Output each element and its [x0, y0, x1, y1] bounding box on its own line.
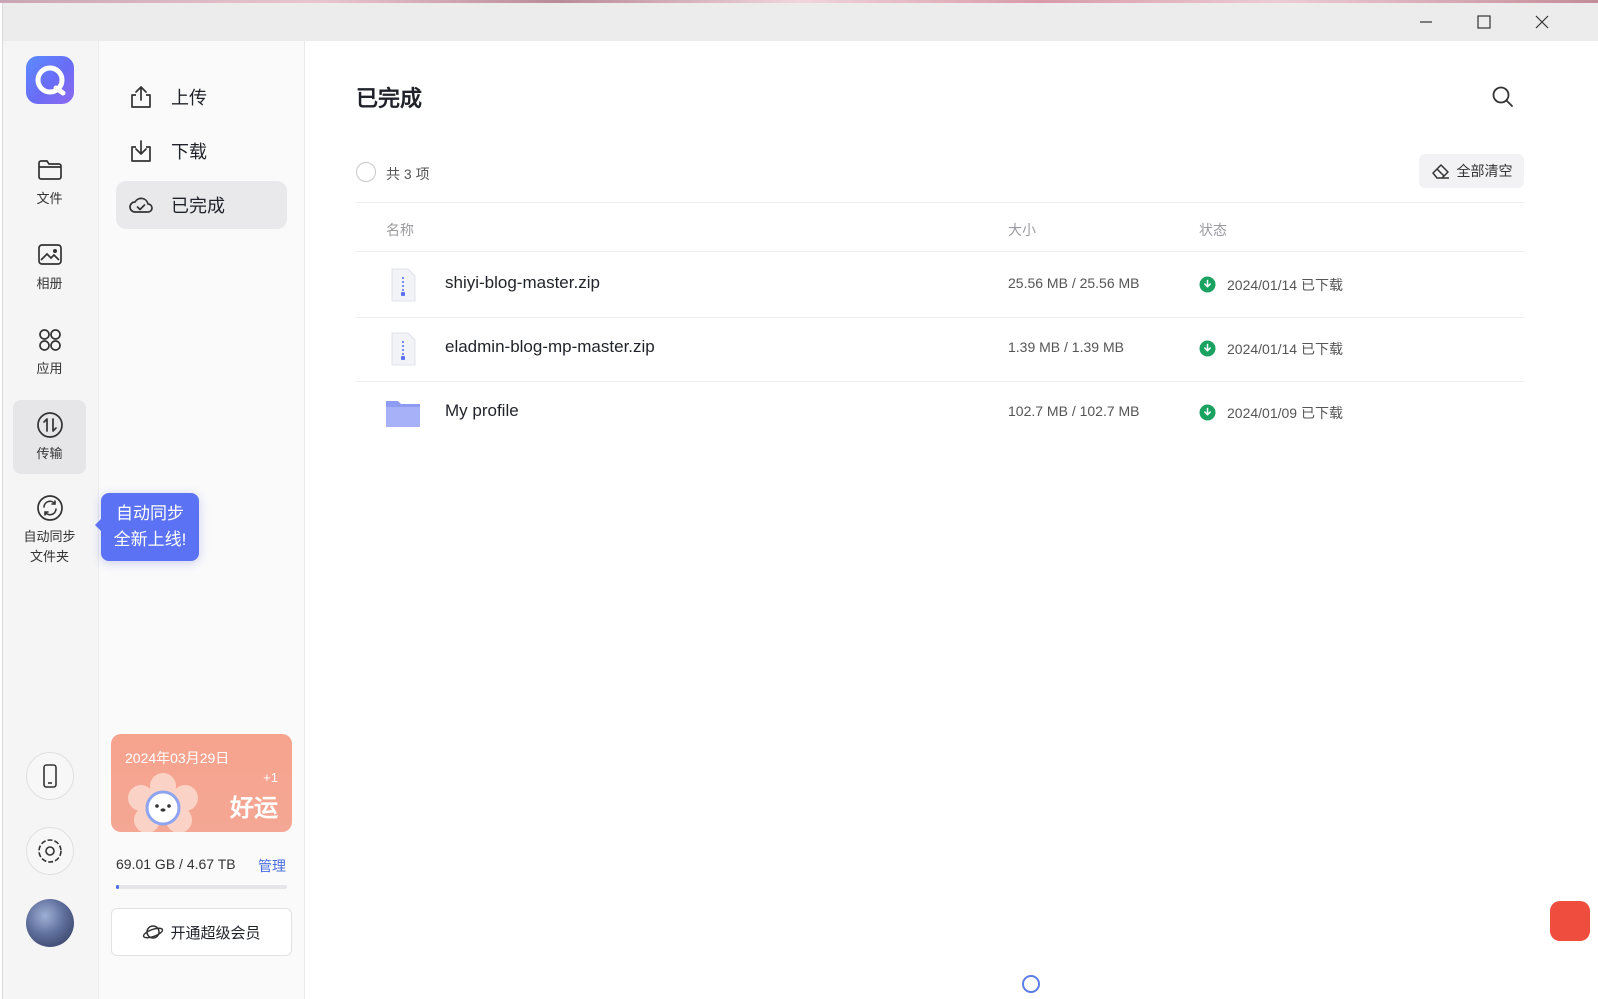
logo-icon [35, 65, 66, 96]
app-window: 文件 相册 应用 传输 自动同步 文件夹 自动同步 全新上线! 上传 下载 已完… [2, 3, 1598, 999]
close-button[interactable] [1513, 3, 1571, 41]
downloaded-check-icon [1199, 340, 1216, 357]
minimize-icon [1420, 21, 1432, 23]
clear-all-label: 全部清空 [1456, 163, 1513, 179]
folder-icon [386, 401, 420, 427]
rail-item-album[interactable]: 相册 [13, 230, 86, 304]
rail-item-apps[interactable]: 应用 [13, 315, 86, 389]
settings-icon [38, 839, 62, 863]
rail-item-label: 相册 [36, 275, 63, 291]
column-header-size[interactable]: 大小 [1008, 220, 1036, 240]
luck-date: 2024年03月29日 [125, 750, 230, 766]
rail-item-label: 应用 [36, 360, 63, 376]
floating-indicator [1022, 975, 1040, 993]
app-logo[interactable] [26, 56, 74, 104]
file-size: 102.7 MB / 102.7 MB [1008, 403, 1140, 419]
divider [356, 251, 1524, 252]
apps-icon [38, 328, 61, 351]
zip-file-icon [391, 332, 416, 366]
upload-icon [131, 86, 151, 108]
file-status: 2024/01/09 已下载 [1227, 405, 1343, 421]
rail-item-label: 自动同步 文件夹 [23, 527, 75, 567]
transfer-icon [36, 411, 63, 438]
storage-manage-link[interactable]: 管理 [258, 856, 286, 876]
tooltip-line2: 全新上线! [113, 530, 187, 549]
maximize-button[interactable] [1455, 3, 1513, 41]
file-size: 25.56 MB / 25.56 MB [1008, 275, 1140, 291]
floating-assistant-button[interactable] [1550, 901, 1590, 941]
file-size: 1.39 MB / 1.39 MB [1008, 339, 1124, 355]
clear-all-button[interactable]: 全部清空 [1419, 154, 1524, 188]
settings-button[interactable] [26, 827, 74, 875]
column-header-status[interactable]: 状态 [1199, 220, 1227, 240]
cloud-done-icon [129, 197, 153, 213]
zip-file-icon [391, 268, 416, 302]
open-vip-button[interactable]: 开通超级会员 [111, 908, 292, 956]
storage-progress-fill [116, 885, 120, 889]
column-header-name[interactable]: 名称 [386, 220, 414, 240]
vip-button-label: 开通超级会员 [170, 924, 261, 942]
rail-item-label-line2: 文件夹 [29, 548, 69, 564]
photo-icon [37, 243, 62, 265]
folder-icon [37, 159, 62, 180]
downloaded-check-icon [1199, 276, 1216, 293]
subnav-item-label: 已完成 [171, 196, 225, 216]
subnav-item-upload[interactable]: 上传 [116, 73, 287, 121]
rail-item-label: 文件 [36, 190, 63, 206]
rail-item-label: 传输 [36, 445, 63, 461]
main-content: 已完成 共 3 项 全部清空 名称 大小 状态 shiyi-blog-maste… [306, 41, 1598, 999]
planet-icon [143, 925, 164, 939]
minimize-button[interactable] [1397, 3, 1455, 41]
file-name: My profile [445, 401, 519, 420]
nav-rail: 文件 相册 应用 传输 自动同步 文件夹 [3, 41, 99, 999]
subnav-item-download[interactable]: 下载 [116, 127, 287, 175]
table-row[interactable]: shiyi-blog-master.zip 25.56 MB / 25.56 M… [356, 253, 1524, 316]
title-bar[interactable] [3, 3, 1598, 41]
page-title: 已完成 [356, 86, 423, 111]
table-row[interactable]: My profile 102.7 MB / 102.7 MB 2024/01/0… [356, 381, 1524, 444]
file-status: 2024/01/14 已下载 [1227, 277, 1343, 293]
file-name: shiyi-blog-master.zip [445, 273, 600, 292]
sync-icon [36, 494, 63, 521]
daily-luck-card[interactable]: 2024年03月29日 +1 好运 [111, 734, 292, 832]
close-icon [1535, 15, 1549, 29]
rail-item-auto-sync[interactable]: 自动同步 文件夹 [13, 485, 86, 575]
divider [356, 202, 1524, 203]
select-all-checkbox[interactable] [356, 162, 376, 182]
file-status: 2024/01/14 已下载 [1227, 341, 1343, 357]
storage-usage-text: 69.01 GB / 4.67 TB [116, 856, 236, 872]
tooltip-line1: 自动同步 [116, 504, 184, 523]
download-icon [131, 140, 151, 162]
rail-item-label-line1: 自动同步 [23, 528, 76, 544]
phone-button[interactable] [26, 752, 74, 800]
rail-item-transfer[interactable]: 传输 [13, 400, 86, 474]
search-button[interactable] [1489, 83, 1517, 111]
avatar[interactable] [26, 899, 74, 947]
eraser-icon [1431, 164, 1449, 179]
rail-item-files[interactable]: 文件 [13, 145, 86, 219]
maximize-icon [1477, 15, 1491, 29]
luck-plus: +1 [263, 770, 278, 785]
search-icon [1492, 86, 1513, 107]
storage-progress-bar [116, 885, 287, 889]
subnav-item-label: 上传 [171, 88, 207, 108]
downloaded-check-icon [1199, 404, 1216, 421]
flower-mascot-icon [128, 773, 198, 832]
item-count: 共 3 项 [386, 166, 430, 182]
auto-sync-tooltip[interactable]: 自动同步 全新上线! [95, 493, 199, 561]
luck-word: 好运 [230, 795, 278, 822]
subnav-item-label: 下载 [171, 142, 207, 162]
table-row[interactable]: eladmin-blog-mp-master.zip 1.39 MB / 1.3… [356, 317, 1524, 380]
file-name: eladmin-blog-mp-master.zip [445, 337, 655, 356]
subnav-item-completed[interactable]: 已完成 [116, 181, 287, 229]
phone-icon [43, 764, 57, 788]
